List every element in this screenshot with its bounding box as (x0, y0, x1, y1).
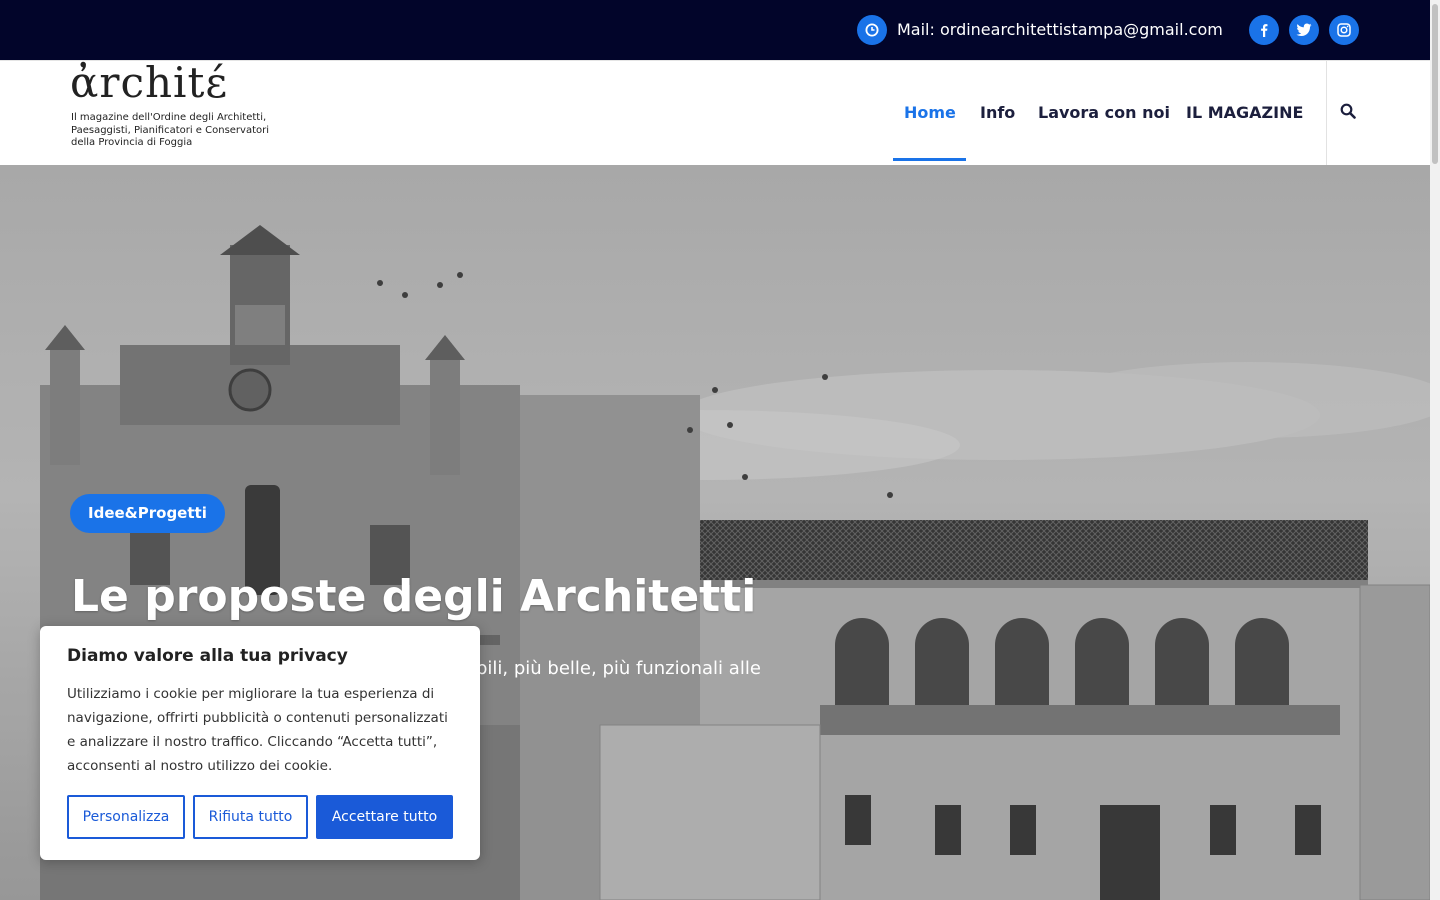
facebook-icon[interactable] (1249, 15, 1279, 45)
cookie-title: Diamo valore alla tua privacy (67, 646, 348, 666)
nav-il-magazine[interactable]: IL MAGAZINE (1186, 102, 1303, 124)
site-tagline: Il magazine dell'Ordine degli Architetti… (71, 112, 270, 149)
instagram-icon[interactable] (1329, 15, 1359, 45)
nav-info[interactable]: Info (980, 102, 1015, 124)
nav-lavora-con-noi[interactable]: Lavora con noi (1038, 102, 1170, 124)
cookie-description: Utilizziamo i cookie per migliorare la t… (67, 686, 448, 774)
reject-all-button[interactable]: Rifiuta tutto (193, 795, 308, 839)
scrollbar-thumb[interactable] (1432, 4, 1438, 164)
site-logo[interactable]: ἀrchitέ (70, 61, 228, 105)
nav-divider (1326, 61, 1327, 165)
hero-title[interactable]: Le proposte degli Architetti (71, 565, 756, 629)
nav-home[interactable]: Home (904, 102, 956, 124)
clock-icon (857, 15, 887, 45)
twitter-icon[interactable] (1289, 15, 1319, 45)
search-icon[interactable] (1340, 103, 1362, 125)
site-header: ἀrchitέ Il magazine dell'Ordine degli Ar… (0, 60, 1430, 166)
contact-mail[interactable]: Mail: ordinearchitettistampa@gmail.com (897, 19, 1223, 41)
customize-button[interactable]: Personalizza (67, 795, 185, 839)
category-badge[interactable]: Idee&Progetti (70, 494, 225, 533)
cookie-consent-banner: Diamo valore alla tua privacy Utilizziam… (40, 626, 480, 860)
top-bar: Mail: ordinearchitettistampa@gmail.com (0, 0, 1440, 60)
accept-all-button[interactable]: Accettare tutto (316, 795, 453, 839)
active-nav-indicator (893, 158, 966, 161)
